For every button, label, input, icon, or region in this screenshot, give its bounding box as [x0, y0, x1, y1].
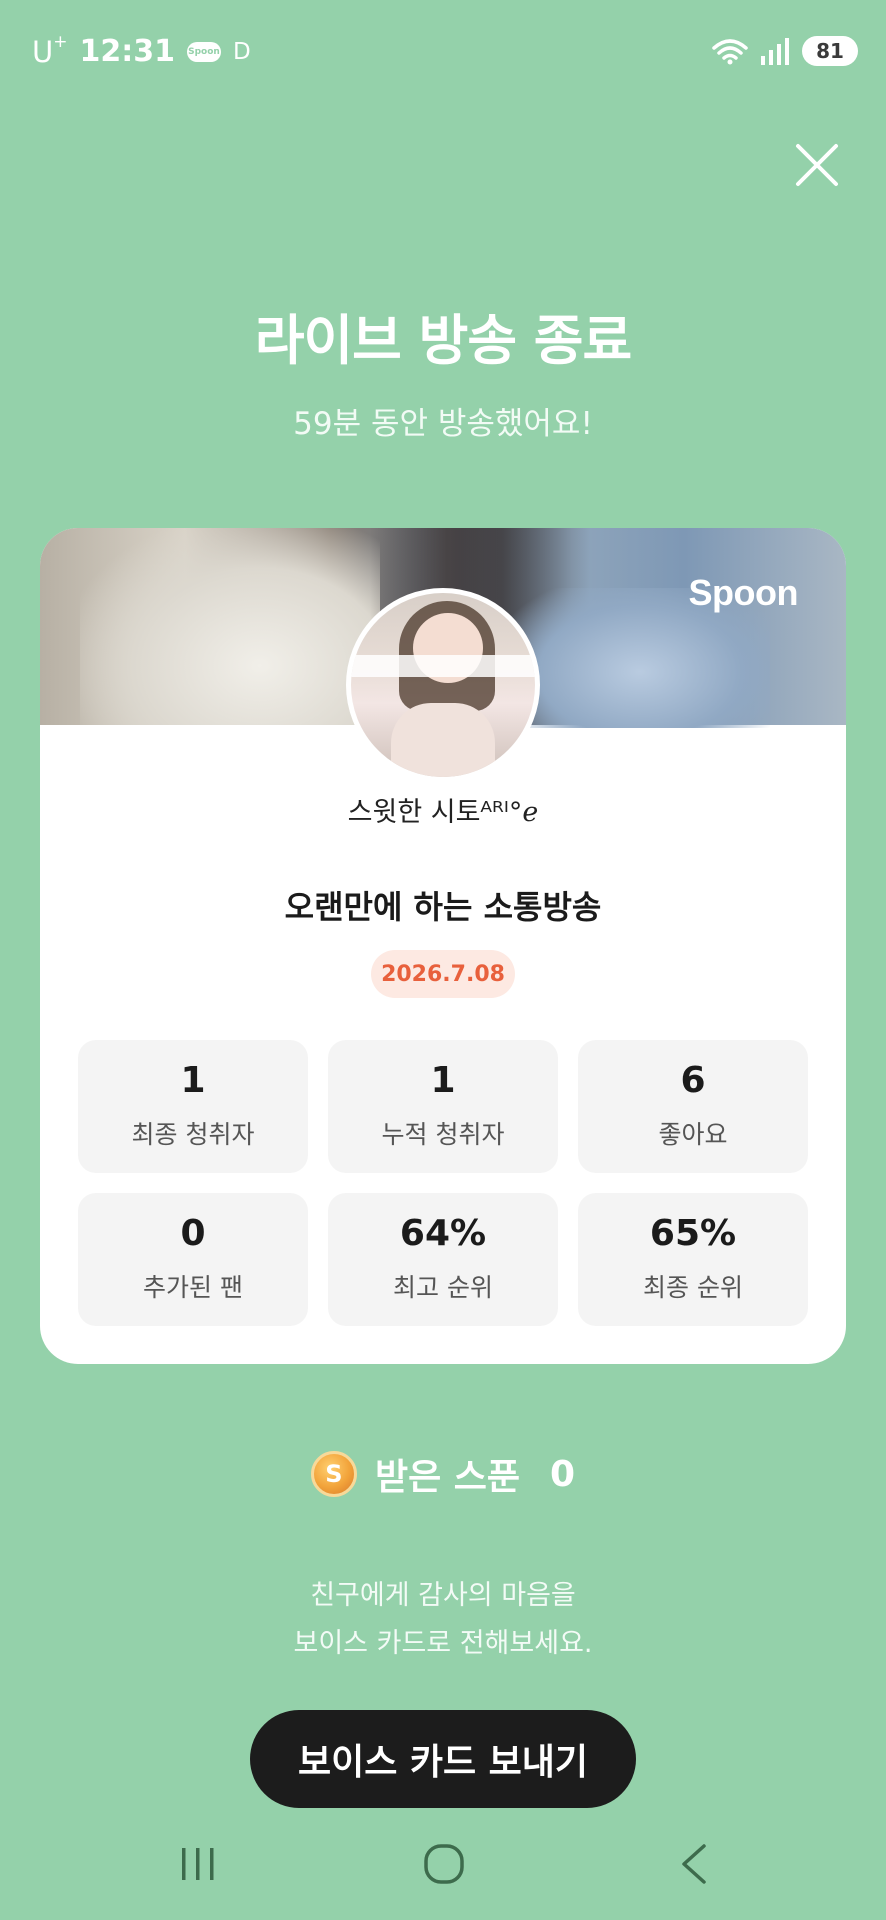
stat-best-rank: 64% 최고 순위 — [328, 1193, 558, 1326]
stat-label: 최종 청취자 — [131, 1120, 255, 1149]
clock: 12:31 — [79, 34, 175, 69]
date-badge: 2026.7.08 — [371, 950, 515, 998]
broadcast-title: 오랜만에 하는 소통방송 — [284, 888, 602, 926]
back-icon[interactable] — [678, 1842, 710, 1886]
stat-value: 64% — [399, 1213, 487, 1254]
navigation-bar — [0, 1826, 886, 1920]
battery-icon: 81 — [802, 36, 858, 66]
received-spoons: S 받은 스푼 0 — [0, 1448, 886, 1500]
home-icon[interactable] — [422, 1842, 466, 1886]
stats-grid: 1 최종 청취자 1 누적 청취자 6 좋아요 0 추가된 팬 64% 최고 순… — [78, 1040, 808, 1326]
stat-value: 0 — [180, 1213, 206, 1254]
status-right: 81 — [710, 36, 858, 66]
stat-value: 1 — [180, 1060, 206, 1101]
close-icon[interactable] — [792, 140, 842, 190]
message-line: 친구에게 감사의 마음을 — [310, 1580, 576, 1611]
status-bar: U+ 12:31 Spoon D 81 — [0, 0, 886, 106]
stat-label: 추가된 팬 — [143, 1273, 243, 1302]
spoon-logo: Spoon — [688, 572, 799, 613]
received-spoons-count: 0 — [549, 1453, 576, 1495]
carrier-label: U+ — [32, 31, 68, 69]
page-title: 라이브 방송 종료 — [254, 309, 632, 372]
stat-final-listeners: 1 최종 청취자 — [78, 1040, 308, 1173]
wifi-icon — [712, 39, 748, 65]
host-nickname: 스윗한 시토ᴬᴿᴵ°ℯ — [347, 797, 539, 828]
voice-card-message: 친구에게 감사의 마음을 보이스 카드로 전해보세요. — [0, 1572, 886, 1668]
stat-label: 최종 순위 — [643, 1273, 743, 1302]
stat-value: 1 — [430, 1060, 456, 1101]
stat-total-listeners: 1 누적 청취자 — [328, 1040, 558, 1173]
stat-label: 누적 청취자 — [381, 1120, 505, 1149]
stat-value: 65% — [649, 1213, 737, 1254]
broadcast-duration: 59분 동안 방송했어요! — [293, 406, 593, 442]
signal-icon — [761, 38, 789, 65]
stat-final-rank: 65% 최종 순위 — [578, 1193, 808, 1326]
spoon-notification-icon: Spoon — [186, 41, 221, 62]
status-indicator: D — [232, 38, 251, 65]
received-spoons-label: 받은 스푼 — [374, 1457, 520, 1498]
status-left: U+ 12:31 Spoon D — [32, 31, 251, 69]
broadcast-summary-card: Spoon 스윗한 시토ᴬᴿᴵ°ℯ 오랜만에 하는 소통방송 2026.7.08… — [40, 528, 846, 1364]
stat-label: 최고 순위 — [393, 1273, 493, 1302]
spoon-coin-icon: S — [310, 1451, 357, 1497]
message-line: 보이스 카드로 전해보세요. — [293, 1628, 593, 1659]
stat-value: 6 — [680, 1060, 706, 1101]
send-voice-card-button[interactable]: 보이스 카드 보내기 — [250, 1710, 636, 1808]
stat-likes: 6 좋아요 — [578, 1040, 808, 1173]
stat-new-fans: 0 추가된 팬 — [78, 1193, 308, 1326]
stat-label: 좋아요 — [658, 1120, 728, 1149]
avatar — [346, 588, 540, 782]
recent-apps-icon[interactable] — [178, 1844, 218, 1884]
